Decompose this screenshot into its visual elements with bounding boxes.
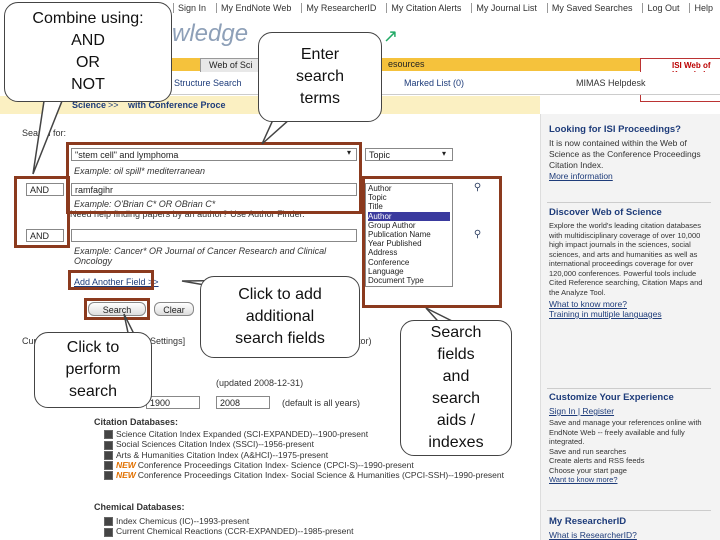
callout-combine-using: Combine using: AND OR NOT (4, 2, 172, 102)
callout-enter-search-terms: Enter search terms (258, 32, 382, 122)
callout-perform-search: Click to perform search (34, 332, 152, 408)
callout-add-fields: Click to add additional search fields (200, 276, 360, 358)
callout-search-aids: Search fields and search aids / indexes (400, 320, 512, 456)
